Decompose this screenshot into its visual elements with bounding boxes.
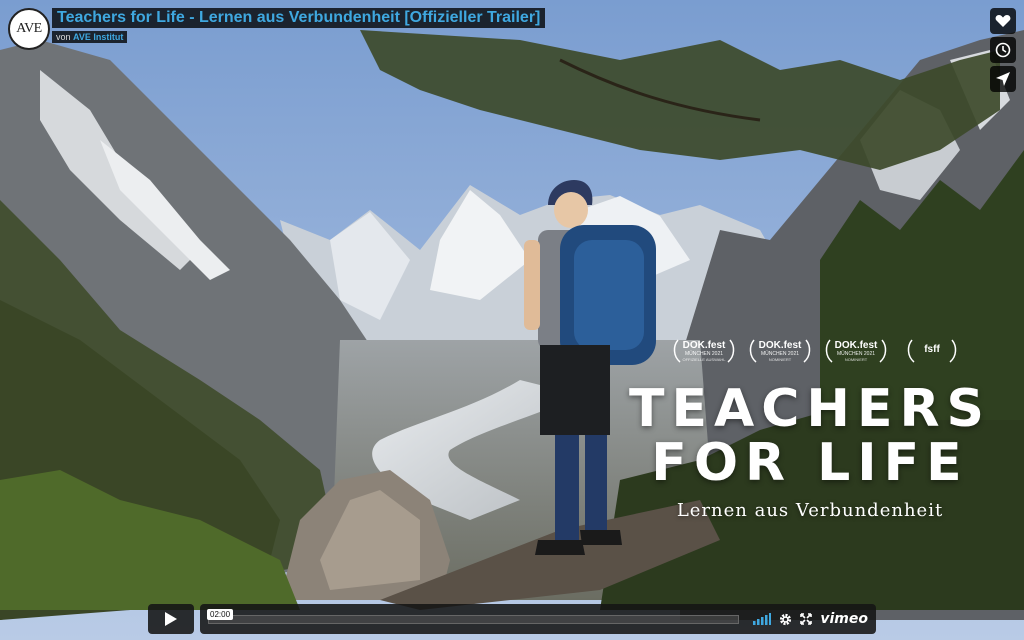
- festival-badges: DOK.fest MÜNCHEN 2021 OFFIZIELLE AUSWAHL…: [672, 339, 964, 363]
- festival-badge: DOK.fest MÜNCHEN 2021 OFFIZIELLE AUSWAHL: [672, 339, 736, 363]
- film-subtitle: Lernen aus Verbundenheit: [676, 500, 944, 521]
- heart-icon: [995, 15, 1011, 27]
- paper-plane-icon: [996, 72, 1010, 86]
- festival-badge: DOK.fest MÜNCHEN 2021 NOMINIERT: [748, 339, 812, 363]
- control-bar: 02:00 vimeo: [200, 604, 876, 634]
- film-title-line1: TEACHERS: [629, 379, 991, 439]
- festival-badge: DOK.fest MÜNCHEN 2021 NOMINIERT: [824, 339, 888, 363]
- share-button[interactable]: [990, 66, 1016, 92]
- clock-icon: [995, 42, 1011, 58]
- volume-button[interactable]: [753, 613, 772, 625]
- video-player[interactable]: AVE Teachers for Life - Lernen aus Verbu…: [0, 0, 1024, 640]
- settings-button[interactable]: [779, 613, 792, 626]
- duration-label: 02:00: [207, 608, 234, 620]
- fullscreen-button[interactable]: [800, 613, 813, 625]
- watch-later-button[interactable]: [990, 37, 1016, 63]
- video-title-box: Teachers for Life - Lernen aus Verbunden…: [52, 8, 546, 28]
- film-title: TEACHERS FOR LIFE: [620, 382, 1000, 490]
- gear-icon: [780, 613, 792, 625]
- badge-sub2: OFFIZIELLE AUSWAHL: [682, 357, 726, 362]
- video-title-link[interactable]: Teachers for Life - Lernen aus Verbunden…: [57, 9, 540, 26]
- progress-bar[interactable]: 02:00: [207, 608, 740, 624]
- film-title-line2: FOR LIFE: [651, 433, 969, 493]
- channel-logo-text: AVE: [16, 21, 42, 36]
- festival-badge: fsff: [900, 339, 964, 363]
- play-icon: [165, 612, 177, 626]
- like-button[interactable]: [990, 8, 1016, 34]
- play-button[interactable]: [148, 604, 194, 634]
- volume-bars-icon: [753, 613, 772, 625]
- laurel-icon: [907, 339, 957, 363]
- video-frame[interactable]: [0, 0, 1024, 640]
- fullscreen-icon: [800, 613, 813, 625]
- channel-logo[interactable]: AVE: [8, 8, 50, 50]
- vimeo-logo-link[interactable]: vimeo: [820, 611, 868, 627]
- player-controls: 02:00 vimeo: [148, 604, 876, 634]
- byline-prefix: von: [56, 32, 71, 42]
- author-link[interactable]: AVE Institut: [73, 32, 123, 42]
- byline: von AVE Institut: [52, 31, 128, 43]
- badge-sub2: NOMINIERT: [768, 357, 792, 362]
- badge-sub2: NOMINIERT: [844, 357, 868, 362]
